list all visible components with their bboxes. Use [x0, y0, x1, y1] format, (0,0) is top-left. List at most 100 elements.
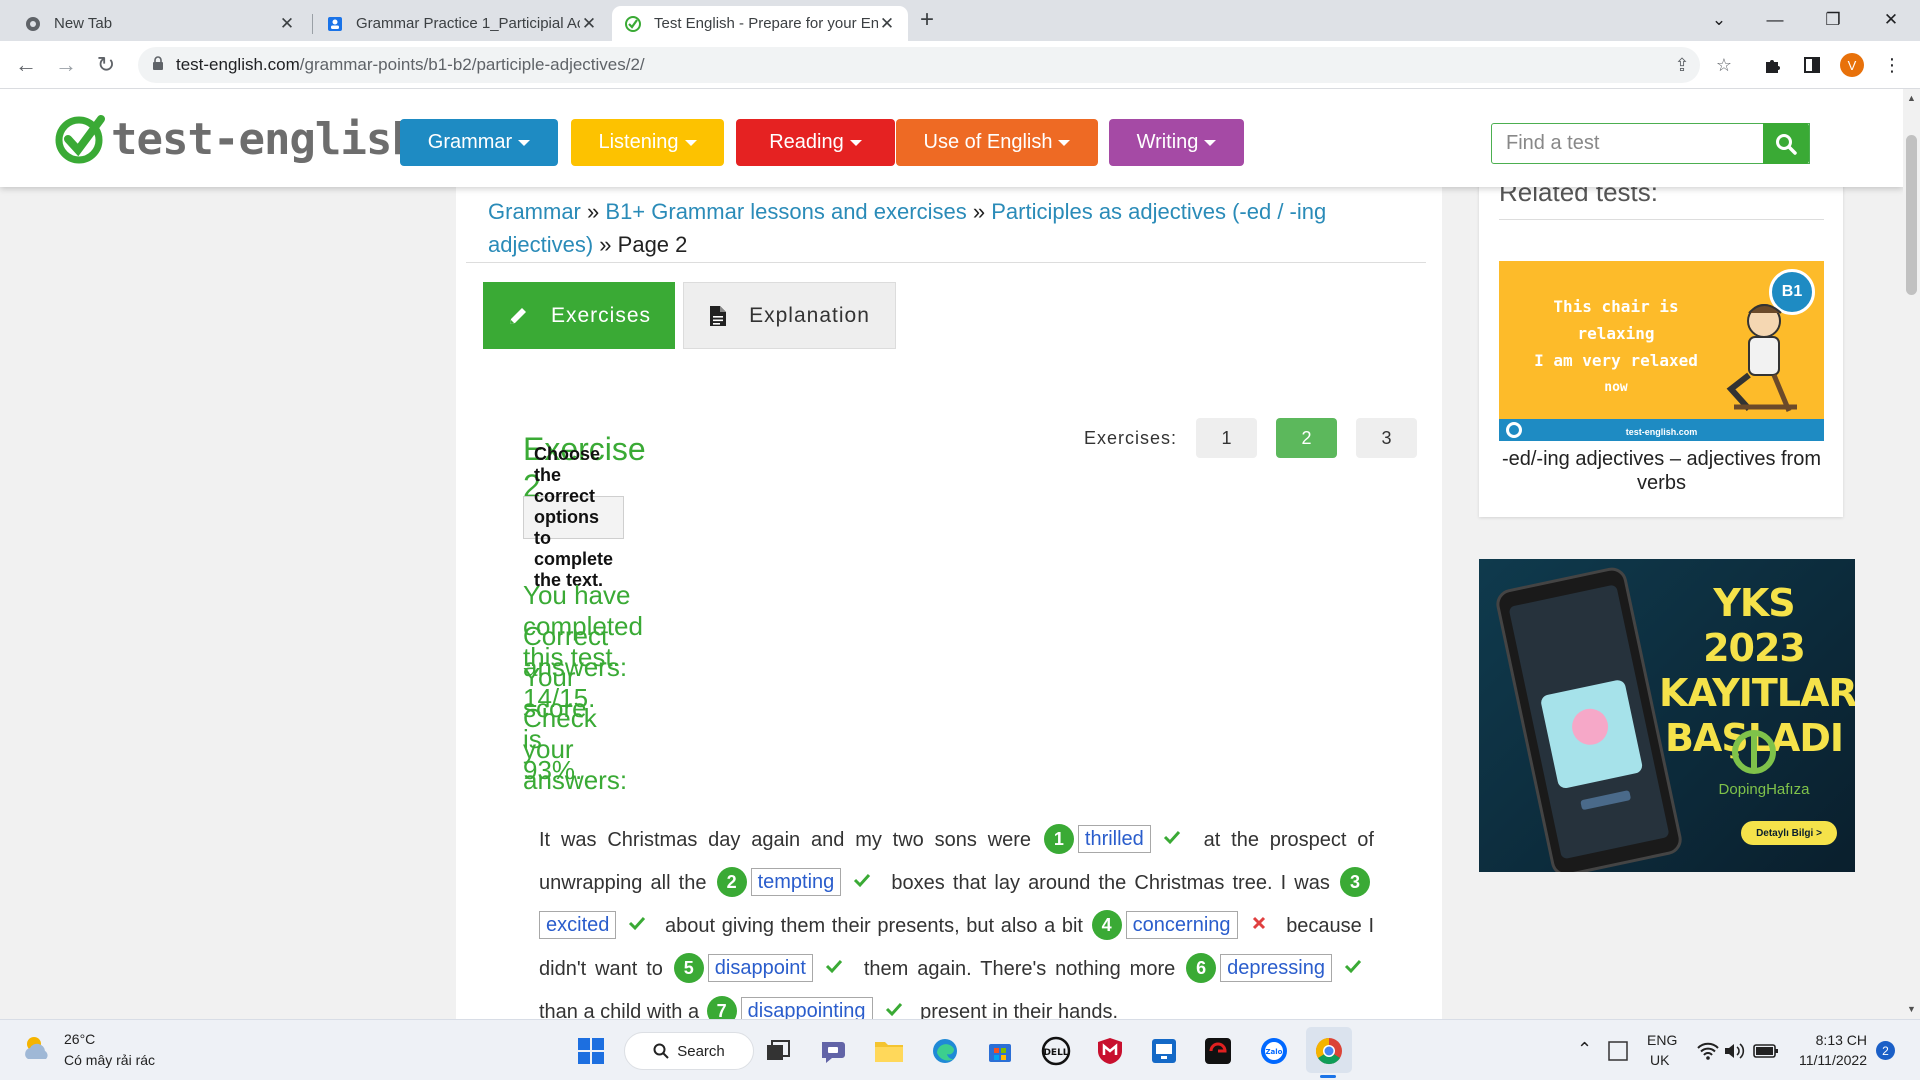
check-icon	[883, 991, 905, 1019]
task-view-icon[interactable]	[762, 1035, 794, 1067]
answer-box: disappoint	[707, 954, 813, 982]
minimize-icon[interactable]: —	[1752, 4, 1798, 36]
tab-exercises[interactable]: Exercises	[483, 282, 675, 349]
breadcrumb-link-grammar[interactable]: Grammar	[488, 199, 581, 224]
share-icon[interactable]: ⇪	[1670, 53, 1694, 77]
side-panel-icon[interactable]	[1800, 53, 1824, 77]
menu-listening[interactable]: Listening	[571, 119, 724, 166]
exercises-selector-label: Exercises:	[1084, 428, 1178, 448]
search-button[interactable]	[1763, 123, 1809, 164]
exercise-1-button[interactable]: 1	[1196, 418, 1257, 458]
passage-text: them again. There's nothing more	[863, 957, 1176, 980]
taskbar-search-button[interactable]: Search	[624, 1032, 754, 1070]
question-number-badge: 5	[673, 953, 704, 983]
profile-avatar[interactable]: V	[1840, 53, 1864, 77]
exercise-2-button[interactable]: 2	[1276, 418, 1337, 458]
logo-text: test-english	[111, 113, 418, 165]
caret-down-icon	[1058, 139, 1071, 146]
search-icon	[1776, 133, 1797, 155]
battery-icon[interactable]	[1750, 1035, 1782, 1067]
site-logo[interactable]: test-english	[55, 113, 418, 165]
menu-writing[interactable]: Writing	[1109, 119, 1244, 166]
edge-browser-icon[interactable]	[929, 1035, 961, 1067]
check-icon	[626, 905, 648, 945]
related-test-thumbnail[interactable]: This chair is relaxing I am very relaxed…	[1499, 261, 1824, 441]
tab-search-chevron-icon[interactable]: ⌄	[1696, 4, 1742, 36]
chrome-icon[interactable]	[1313, 1035, 1345, 1067]
thumbnail-footer: test-english.com	[1625, 427, 1698, 437]
caret-down-icon	[1204, 139, 1217, 146]
garena-icon[interactable]	[1202, 1035, 1234, 1067]
exercise-3-button[interactable]: 3	[1356, 418, 1417, 458]
zalo-icon[interactable]: Zalo	[1258, 1035, 1290, 1067]
weather-cloud-sun-icon[interactable]	[22, 1032, 54, 1064]
breadcrumb-separator: »	[587, 199, 600, 224]
browser-menu-icon[interactable]: ⋮	[1880, 53, 1904, 77]
close-tab-icon[interactable]: ✕	[580, 14, 598, 34]
divider	[466, 262, 1426, 263]
breadcrumb-link-b1-lessons[interactable]: B1+ Grammar lessons and exercises	[605, 199, 966, 224]
language-indicator[interactable]: ENG	[1647, 1032, 1677, 1048]
window-close-icon[interactable]: ✕	[1868, 4, 1914, 36]
close-tab-icon[interactable]: ✕	[278, 14, 296, 34]
question-number-badge: 3	[1340, 867, 1370, 897]
forward-arrow-icon[interactable]: →	[50, 49, 82, 81]
new-tab-plus-icon[interactable]: +	[920, 6, 934, 34]
passage-text: than a child with a	[539, 1000, 700, 1019]
tab-explanation[interactable]: Explanation	[683, 282, 896, 349]
document-icon	[709, 305, 727, 327]
divider	[1499, 219, 1824, 220]
logo-check-icon	[55, 115, 105, 164]
browser-toolbar: ← → ↻ test-english.com/grammar-points/b1…	[0, 41, 1920, 89]
menu-use-of-english[interactable]: Use of English	[896, 119, 1098, 166]
tab-title: New Tab	[54, 15, 113, 32]
close-tab-icon[interactable]: ✕	[878, 14, 896, 34]
browser-tab-grammar-practice[interactable]: Grammar Practice 1_Participial Ac ✕	[314, 6, 610, 41]
reload-icon[interactable]: ↻	[90, 49, 122, 81]
advertisement-banner[interactable]: YKS 2023 KAYITLARI BAŞLADI DopingHafıza …	[1479, 559, 1855, 872]
address-bar[interactable]: test-english.com/grammar-points/b1-b2/pa…	[138, 47, 1700, 83]
browser-tab-test-english[interactable]: Test English - Prepare for your En ✕	[612, 6, 908, 41]
test-english-favicon-icon	[624, 15, 642, 33]
show-hidden-icons-chevron[interactable]: ⌃	[1577, 1039, 1592, 1060]
maximize-icon[interactable]: ❐	[1810, 4, 1856, 36]
url-text: test-english.com/grammar-points/b1-b2/pa…	[176, 55, 645, 75]
scroll-up-arrow-icon[interactable]: ▲	[1907, 93, 1916, 103]
passage-text: about giving them their presents, but al…	[665, 914, 1083, 937]
ad-headline-line: YKS 2023	[1703, 581, 1806, 670]
check-icon	[823, 948, 845, 988]
dell-icon[interactable]: DELL	[1040, 1035, 1072, 1067]
clock-time[interactable]: 8:13 CH	[1797, 1032, 1867, 1048]
notification-badge[interactable]: 2	[1876, 1041, 1895, 1060]
breadcrumb-separator: »	[599, 232, 612, 257]
question-number-badge: 2	[716, 867, 747, 897]
browser-tab-new-tab[interactable]: New Tab ✕	[12, 6, 308, 41]
scrollbar-thumb[interactable]	[1906, 135, 1917, 295]
question-number-badge: 6	[1186, 953, 1217, 983]
input-indicator-icon[interactable]	[1602, 1035, 1634, 1067]
ad-headline-line: KAYITLARI	[1659, 671, 1855, 715]
windows-start-icon[interactable]	[575, 1035, 607, 1067]
passage-text: boxes that lay around the Christmas tree…	[891, 871, 1330, 894]
scroll-down-arrow-icon[interactable]: ▼	[1907, 1004, 1916, 1014]
chrome-running-indicator	[1320, 1075, 1336, 1078]
tab-divider	[312, 14, 313, 34]
ad-brand: DopingHafıza	[1718, 781, 1810, 798]
mcafee-shield-icon[interactable]	[1094, 1035, 1126, 1067]
file-explorer-icon[interactable]	[873, 1035, 905, 1067]
bookmark-star-icon[interactable]: ☆	[1712, 53, 1736, 77]
question-number-badge: 4	[1091, 910, 1122, 940]
back-arrow-icon[interactable]: ←	[10, 49, 42, 81]
microsoft-store-icon[interactable]	[984, 1035, 1016, 1067]
svg-text:DELL: DELL	[1043, 1048, 1068, 1058]
ad-cta-button[interactable]: Detaylı Bilgi >	[1741, 821, 1837, 845]
menu-reading[interactable]: Reading	[736, 119, 895, 166]
page-scrollbar[interactable]: ▲ ▼	[1903, 89, 1920, 1019]
menu-label: Reading	[769, 131, 844, 153]
volume-icon[interactable]	[1718, 1035, 1750, 1067]
related-test-link[interactable]: -ed/-ing adjectives – adjectives from ve…	[1499, 447, 1824, 495]
teams-chat-icon[interactable]	[818, 1035, 850, 1067]
menu-grammar[interactable]: Grammar	[400, 119, 558, 166]
remote-desktop-icon[interactable]	[1148, 1035, 1180, 1067]
extensions-puzzle-icon[interactable]	[1760, 53, 1784, 77]
